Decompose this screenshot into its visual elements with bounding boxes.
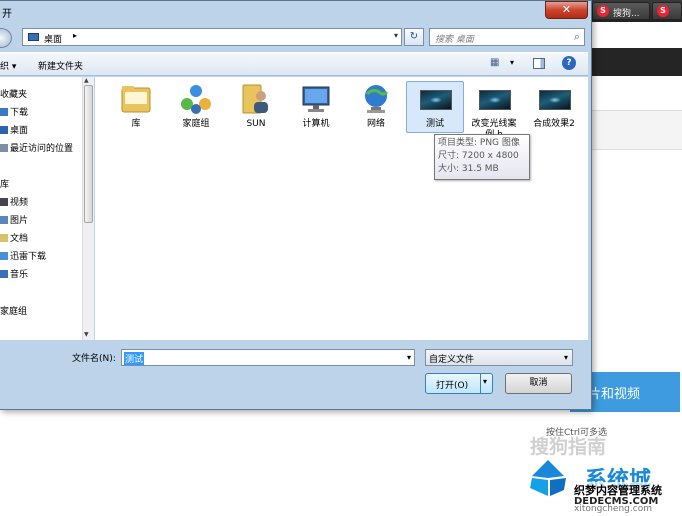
file-label: 家庭组	[182, 119, 210, 129]
open-button[interactable]: 打开(O) ▾	[425, 373, 493, 394]
thunder-icon	[0, 252, 8, 260]
chevron-down-icon[interactable]: ▾	[564, 353, 568, 362]
file-item-computer[interactable]: 计算机	[287, 82, 345, 130]
filename-value: 测试	[124, 352, 145, 365]
help-icon[interactable]: ?	[562, 56, 576, 70]
nav-item-music[interactable]: 音乐	[0, 267, 28, 281]
breadcrumb-arrow-icon[interactable]: ▸	[73, 31, 77, 40]
nav-item-homegroup[interactable]: 家庭组	[0, 304, 27, 318]
library-icon	[119, 82, 153, 116]
toolbar: 织 ▾ 新建文件夹 ▦ ▾ ?	[0, 52, 588, 76]
computer-icon	[299, 82, 333, 116]
file-label: SUN	[246, 119, 266, 129]
nav-item-desktop[interactable]: 桌面	[0, 123, 28, 137]
file-item-homegroup[interactable]: 家庭组	[167, 82, 225, 130]
file-info-tooltip: 项目类型: PNG 图像 尺寸: 7200 x 4800 大小: 31.5 MB	[434, 134, 530, 180]
file-item-test-image[interactable]: 测试	[406, 81, 464, 133]
file-type-select[interactable]: 自定义文件 ▾	[425, 349, 573, 366]
thumbnail-image	[479, 90, 511, 110]
tooltip-type: 项目类型: PNG 图像	[438, 138, 520, 148]
nav-item-libraries[interactable]: 库	[0, 177, 9, 191]
upload-button-label: 片和视频	[588, 387, 641, 402]
nav-item-downloads[interactable]: 下载	[0, 105, 28, 119]
browser-tab[interactable]: S	[652, 2, 682, 20]
tooltip-dimensions: 尺寸: 7200 x 4800	[438, 151, 519, 161]
chevron-down-icon[interactable]: ▾	[510, 58, 514, 67]
page-section-bar	[590, 110, 682, 150]
file-label: 合成效果2	[533, 119, 575, 129]
breadcrumb-desktop[interactable]: 桌面	[44, 32, 62, 45]
file-item-user-sun[interactable]: SUN	[227, 82, 285, 130]
documents-icon	[0, 234, 8, 242]
browser-tab[interactable]: S 搜狗...	[592, 2, 650, 20]
search-placeholder: 搜索 桌面	[435, 35, 474, 45]
file-item-network[interactable]: 网络	[347, 82, 405, 130]
thumbnail-image	[420, 90, 452, 110]
homegroup-icon	[179, 82, 213, 116]
nav-item-recent-places[interactable]: 最近访问的位置	[0, 141, 73, 155]
organize-button[interactable]: 织 ▾	[0, 59, 16, 72]
split-divider	[480, 374, 481, 393]
chevron-down-icon[interactable]: ▾	[483, 377, 487, 386]
file-label: 库	[131, 119, 141, 129]
open-file-dialog: 开 ✕ 桌面 ▸ ▾ ↻ 搜索 桌面 ⌕ 织 ▾ 新建文件夹 ▦ ▾ ? 收藏夹…	[0, 0, 592, 410]
downloads-icon	[0, 108, 8, 116]
navigation-pane: 收藏夹 下载 桌面 最近访问的位置 库 视频 图片 文档 迅雷下载 音乐 家庭组	[0, 77, 94, 340]
nav-item-documents[interactable]: 文档	[0, 231, 28, 245]
music-icon	[0, 270, 8, 278]
file-label: 测试	[425, 119, 444, 129]
file-label: 计算机	[302, 119, 330, 129]
image-thumbnail-icon	[537, 82, 571, 116]
pictures-icon	[0, 216, 8, 224]
address-bar[interactable]: 桌面 ▸ ▾	[22, 28, 402, 46]
image-thumbnail-icon	[418, 82, 452, 116]
page-header-bar	[590, 48, 682, 76]
browser-tab-label: 搜狗...	[613, 9, 640, 19]
file-list: 库 家庭组 SUN 计算机 网络 测试 改变光线案 合成效果2	[95, 77, 588, 340]
file-label: 网络	[366, 119, 385, 129]
filename-field[interactable]: 测试 ▾	[121, 349, 415, 366]
url-watermark: xitongcheng.com	[574, 504, 652, 514]
desktop-icon	[28, 33, 39, 41]
recent-places-icon	[0, 144, 8, 152]
search-input[interactable]: 搜索 桌面 ⌕	[429, 28, 585, 46]
chevron-down-icon[interactable]: ▾	[394, 31, 398, 40]
nav-item-videos[interactable]: 视频	[0, 195, 28, 209]
image-thumbnail-icon	[477, 82, 511, 116]
sogou-watermark: 搜狗指南	[530, 436, 607, 458]
new-folder-button[interactable]: 新建文件夹	[38, 59, 83, 72]
back-button[interactable]	[0, 28, 12, 48]
refresh-button[interactable]: ↻	[404, 28, 424, 46]
scroll-up-icon[interactable]: ▲	[84, 77, 89, 84]
preview-pane-icon[interactable]	[533, 58, 545, 69]
desktop-icon	[0, 126, 8, 134]
open-button-label: 打开(O)	[436, 381, 469, 391]
nav-item-pictures[interactable]: 图片	[0, 213, 28, 227]
chevron-down-icon[interactable]: ▾	[407, 353, 411, 362]
search-icon[interactable]: ⌕	[574, 30, 580, 44]
tooltip-size: 大小: 31.5 MB	[438, 164, 499, 174]
view-options-icon[interactable]: ▦	[490, 57, 499, 68]
user-folder-icon	[239, 82, 273, 116]
sogou-icon: S	[657, 5, 669, 17]
close-button[interactable]: ✕	[545, 1, 588, 19]
xitongcheng-logo-icon	[530, 460, 566, 496]
nav-item-favorites[interactable]: 收藏夹	[0, 87, 27, 101]
nav-item-thunder-downloads[interactable]: 迅雷下载	[0, 249, 46, 263]
file-item-lighting-image[interactable]: 改变光线案例.h	[465, 82, 523, 141]
file-item-library[interactable]: 库	[107, 82, 165, 130]
file-item-composite-image[interactable]: 合成效果2	[525, 82, 583, 130]
nav-scrollbar[interactable]: ▲ ▼	[82, 77, 94, 340]
scroll-down-icon[interactable]: ▼	[84, 331, 89, 338]
sogou-icon: S	[597, 5, 609, 17]
videos-icon	[0, 198, 8, 206]
scrollbar-thumb[interactable]	[84, 85, 93, 223]
network-icon	[359, 82, 393, 116]
filename-label: 文件名(N):	[72, 354, 116, 364]
dialog-title: 开	[2, 9, 12, 20]
file-type-value: 自定义文件	[429, 355, 475, 365]
thumbnail-image	[539, 90, 571, 110]
cancel-button[interactable]: 取消	[505, 373, 572, 394]
